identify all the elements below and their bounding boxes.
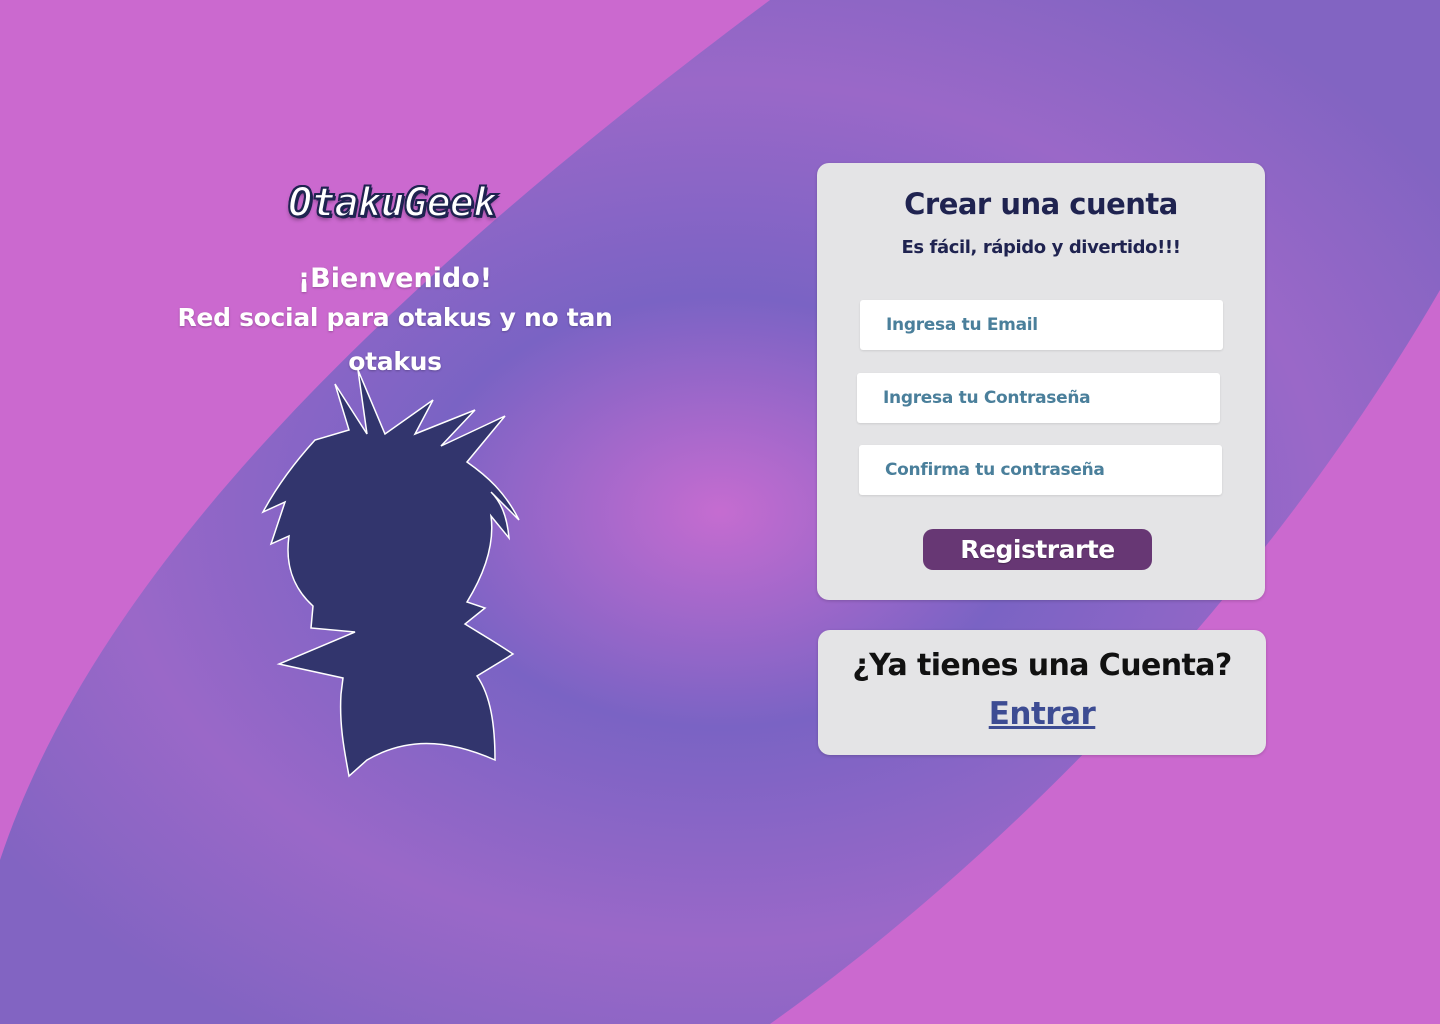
register-button[interactable]: Registrarte — [923, 529, 1152, 570]
email-field[interactable]: Ingresa tu Email — [860, 300, 1223, 350]
login-card: ¿Ya tienes una Cuenta? Entrar — [818, 630, 1266, 755]
anime-character-silhouette-icon — [261, 369, 520, 778]
password-placeholder: Ingresa tu Contraseña — [883, 388, 1091, 408]
password-field[interactable]: Ingresa tu Contraseña — [857, 373, 1220, 423]
confirm-password-field[interactable]: Confirma tu contraseña — [859, 445, 1222, 495]
login-question: ¿Ya tienes una Cuenta? — [852, 648, 1232, 683]
welcome-greeting: ¡Bienvenido! — [297, 263, 493, 294]
register-subtitle: Es fácil, rápido y divertido!!! — [901, 237, 1181, 258]
register-card: Crear una cuenta Es fácil, rápido y dive… — [817, 163, 1265, 600]
brand-logo: OtakuGeek — [287, 179, 498, 227]
login-link[interactable]: Entrar — [818, 696, 1266, 732]
email-placeholder: Ingresa tu Email — [886, 315, 1038, 335]
confirm-password-placeholder: Confirma tu contraseña — [885, 460, 1105, 480]
register-title: Crear una cuenta — [904, 187, 1178, 221]
